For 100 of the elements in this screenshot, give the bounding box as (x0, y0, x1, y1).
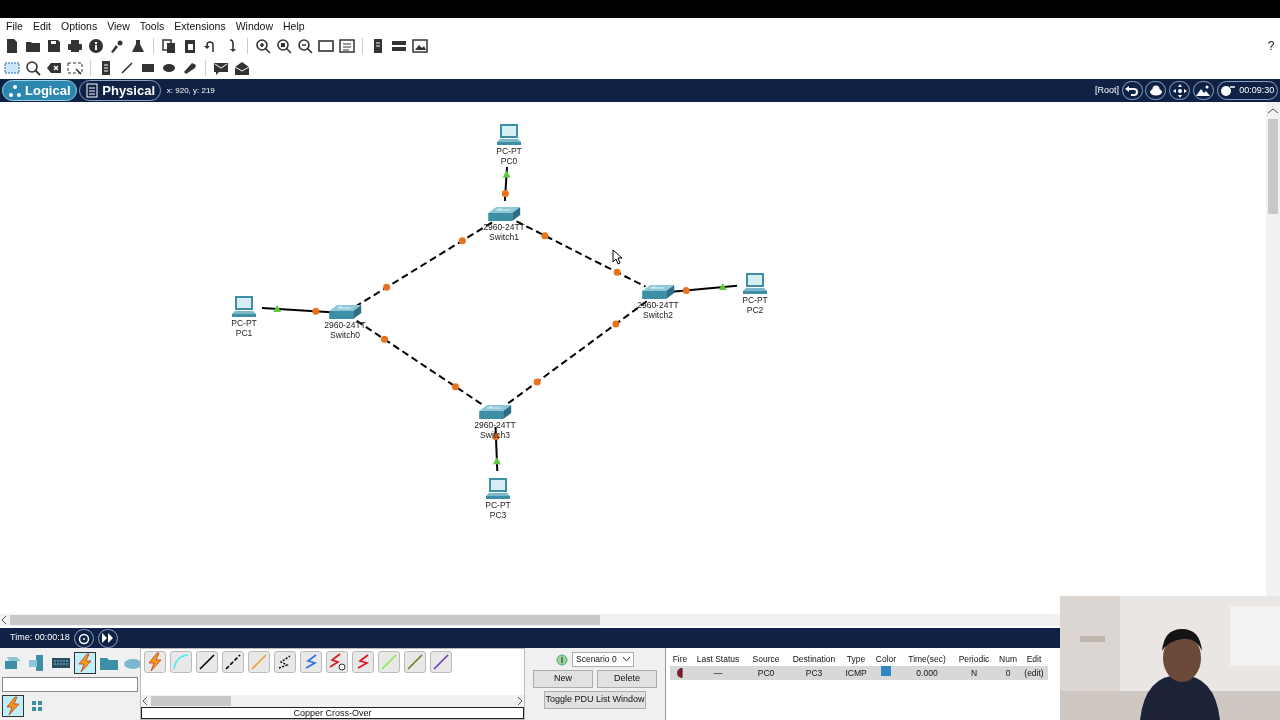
zoom-reset-icon[interactable] (276, 38, 292, 54)
line-icon (197, 652, 217, 672)
switch-icon[interactable] (487, 205, 521, 222)
device-model: 2960-24TT (324, 320, 366, 330)
lightning-icon (75, 653, 95, 673)
scrollbar-thumb[interactable] (1268, 118, 1278, 214)
open-envelope-icon[interactable] (234, 60, 250, 76)
category-button[interactable] (74, 652, 96, 674)
paste-icon[interactable] (182, 38, 198, 54)
device-name: PC3 (489, 510, 507, 520)
table-cell-text: N (969, 666, 979, 680)
subcategory-button[interactable] (2, 695, 24, 717)
table-cell-text: ICMP (844, 666, 868, 680)
cable-line (260, 307, 332, 314)
switch-icon[interactable] (478, 403, 512, 420)
pc-icon[interactable] (495, 123, 523, 146)
switch-icon[interactable] (328, 303, 362, 320)
line-icon[interactable] (119, 60, 135, 76)
column-header: Type (845, 652, 867, 666)
save-icon[interactable] (46, 38, 62, 54)
table-cell-text: — (712, 666, 724, 680)
scenario-button[interactable]: New (533, 670, 593, 688)
column-header: Time(sec) (907, 652, 947, 666)
delete-icon[interactable] (46, 60, 62, 76)
line-icon (431, 652, 451, 672)
list-icon[interactable] (339, 38, 355, 54)
search-icon[interactable] (25, 60, 41, 76)
device-name: Switch1 (489, 232, 519, 242)
line-icon (405, 652, 425, 672)
menu-item[interactable]: Extensions (172, 18, 234, 35)
menu-item[interactable]: Options (59, 18, 106, 35)
network-icon (8, 83, 22, 98)
scrollbar-thumb[interactable] (10, 615, 600, 625)
scenario-button[interactable]: Delete (597, 670, 657, 688)
pc-icon[interactable] (230, 295, 258, 318)
column-header: Num (998, 652, 1018, 666)
column-header: Edit (1025, 652, 1043, 666)
simulation-time: Time: 00:00:18 (10, 631, 70, 645)
menu-item[interactable]: Edit (30, 18, 59, 35)
root-label[interactable]: [Root] (1094, 83, 1119, 98)
cable-line (503, 165, 508, 203)
new-file-icon[interactable] (4, 38, 20, 54)
pc-icon[interactable] (484, 477, 512, 500)
switch-icon[interactable] (641, 283, 675, 300)
line-icon (249, 652, 269, 672)
cable-button[interactable] (196, 651, 218, 673)
column-header: Periodic (957, 652, 991, 666)
flask-icon[interactable] (130, 38, 146, 54)
column-header: Fire (671, 652, 689, 666)
cable-button[interactable] (430, 651, 452, 673)
device-model: PC-PT (496, 146, 522, 156)
search-field[interactable] (2, 677, 138, 692)
edit-link[interactable]: (edit) (1020, 666, 1048, 680)
cursor-coordinates: x: 920, y: 219 (166, 84, 215, 97)
fast-forward-icon (101, 631, 115, 645)
table-cell-text: PC3 (804, 666, 824, 680)
envelope-icon[interactable] (213, 60, 229, 76)
menu-item[interactable]: Help (281, 18, 313, 35)
menu-item[interactable]: Tools (137, 18, 173, 35)
menu-item[interactable]: Window (233, 18, 282, 35)
cable-button[interactable] (222, 651, 244, 673)
device-model: PC-PT (742, 295, 768, 305)
workspace-tab[interactable]: Logical (2, 80, 77, 101)
move-icon (1171, 82, 1188, 99)
device-name: Switch0 (330, 330, 360, 340)
info-icon[interactable] (88, 38, 104, 54)
menu-item[interactable]: View (105, 18, 138, 35)
copy-icon[interactable] (161, 38, 177, 54)
lightning-icon (3, 696, 23, 716)
device-model: 2960-24TT (637, 300, 679, 310)
device-name: PC1 (235, 328, 253, 338)
zoom-out-icon[interactable] (297, 38, 313, 54)
table-cell-text: PC0 (756, 666, 776, 680)
cable-button[interactable] (274, 651, 296, 673)
table-cell-text: 0.000 (915, 666, 939, 680)
window-icon[interactable] (318, 38, 334, 54)
pc-icon[interactable] (741, 272, 769, 295)
help-button[interactable]: ? (1267, 37, 1275, 55)
toggle-pdu-button[interactable]: Toggle PDU List Window (544, 691, 646, 709)
dashed-line-icon (223, 652, 243, 672)
table-cell-text: 0 (1004, 666, 1012, 680)
clock-time: 00:09:30 (1239, 83, 1275, 97)
printer-icon[interactable] (67, 38, 83, 54)
column-header: Source (751, 652, 781, 666)
device-model: 2960-24TT (474, 420, 516, 430)
zoom-in-icon[interactable] (255, 38, 271, 54)
column-header: Last Status (695, 652, 741, 666)
device-model: 2960-24TT (483, 222, 525, 232)
document-icon (85, 83, 100, 98)
line-icon (379, 652, 399, 672)
pencil-icon[interactable] (182, 60, 198, 76)
device-model: PC-PT (485, 500, 511, 510)
resize-icon[interactable] (67, 60, 83, 76)
scrollbar-thumb[interactable] (151, 696, 231, 706)
menu-item[interactable]: File (4, 18, 31, 35)
image-icon[interactable] (412, 38, 428, 54)
scenario-select[interactable]: Scenario 0 (572, 652, 634, 667)
device-name: Switch2 (643, 310, 673, 320)
reset-icon (77, 631, 90, 645)
pdu-row[interactable]: — PC0 PC3 ICMP 0.000 N 0 (edit) (670, 666, 1048, 680)
